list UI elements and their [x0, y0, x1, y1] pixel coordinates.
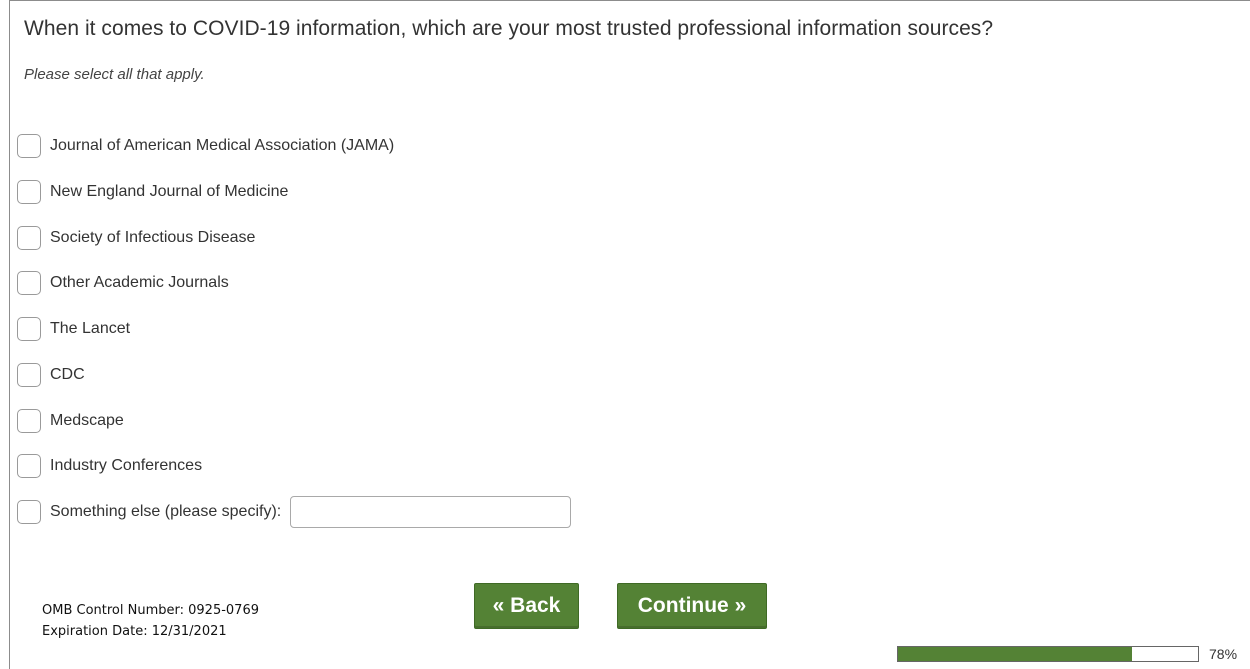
option-label: New England Journal of Medicine	[50, 182, 289, 200]
progress-indicator: 78%	[897, 646, 1237, 662]
option-something-else[interactable]: Something else (please specify):	[17, 496, 572, 528]
omb-info: OMB Control Number: 0925-0769 Expiration…	[42, 600, 259, 642]
checkbox[interactable]	[17, 454, 41, 479]
option-label: Industry Conferences	[50, 457, 203, 475]
checkbox[interactable]	[17, 317, 41, 341]
question-title: When it comes to COVID-19 information, w…	[24, 17, 994, 40]
checkbox[interactable]	[17, 134, 41, 158]
option-cdc[interactable]: CDC	[17, 362, 571, 387]
checkbox[interactable]	[17, 500, 41, 524]
progress-bar	[897, 646, 1199, 662]
option-nejm[interactable]: New England Journal of Medicine	[17, 179, 571, 204]
option-label: CDC	[50, 365, 85, 383]
option-jama[interactable]: Journal of American Medical Association …	[17, 134, 571, 158]
progress-label: 78%	[1209, 646, 1238, 662]
option-lancet[interactable]: The Lancet	[17, 317, 571, 341]
checkbox[interactable]	[17, 362, 41, 387]
omb-control-number: OMB Control Number: 0925-0769	[42, 603, 259, 618]
continue-button[interactable]: Continue »	[617, 583, 767, 629]
question-instruction: Please select all that apply.	[24, 66, 205, 83]
option-label: Medscape	[50, 411, 124, 429]
option-label: Something else (please specify):	[50, 503, 282, 520]
checkbox[interactable]	[17, 225, 41, 250]
option-label: Society of Infectious Disease	[50, 228, 256, 246]
option-infectious-disease[interactable]: Society of Infectious Disease	[17, 225, 571, 250]
checkbox[interactable]	[17, 271, 41, 296]
checkbox[interactable]	[17, 408, 41, 433]
options-list: Journal of American Medical Association …	[17, 134, 572, 546]
option-medscape[interactable]: Medscape	[17, 408, 571, 433]
option-industry-conferences[interactable]: Industry Conferences	[17, 454, 571, 479]
option-label: The Lancet	[50, 320, 131, 337]
back-button[interactable]: « Back	[474, 583, 579, 629]
option-other-journals[interactable]: Other Academic Journals	[17, 271, 571, 296]
option-label: Other Academic Journals	[50, 274, 229, 292]
option-label: Journal of American Medical Association …	[50, 137, 395, 154]
expiration-date: Expiration Date: 12/31/2021	[42, 624, 227, 639]
checkbox[interactable]	[17, 179, 41, 204]
progress-fill	[898, 647, 1132, 661]
other-specify-input[interactable]	[290, 496, 572, 528]
